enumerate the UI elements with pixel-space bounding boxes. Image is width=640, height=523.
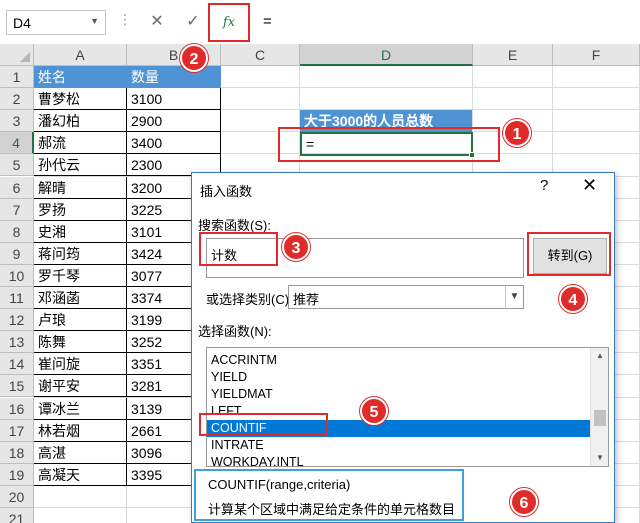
table-cell-name[interactable]: 卢琅 [34,309,127,332]
function-description-text: 计算某个区域中满足给定条件的单元格数目 [208,502,456,517]
row-header-16[interactable]: 16 [0,397,34,420]
function-list-item[interactable]: INTRATE [207,437,591,454]
step-badge-1: 1 [503,119,531,147]
table-cell-name[interactable]: 罗千琴 [34,264,127,287]
step-badge-3: 3 [282,233,310,261]
step-badge-6: 6 [510,488,538,516]
row-header-12[interactable]: 12 [0,309,34,332]
table-cell-name[interactable]: 陈舞 [34,331,127,354]
function-list-item[interactable]: WORKDAY.INTL [207,454,591,466]
table-cell-name[interactable]: 孙代云 [34,154,127,177]
row-header-20[interactable]: 20 [0,485,34,508]
annotation-box-2 [208,3,250,42]
function-signature: COUNTIF(range,criteria) [208,477,351,492]
formula-text: = [263,13,272,30]
table-cell-name[interactable]: 林若烟 [34,419,127,442]
table-cell-qty[interactable]: 3400 [127,132,221,155]
header-cell-name[interactable]: 姓名 [34,66,127,89]
annotation-box-5 [199,413,328,436]
row-header-3[interactable]: 3 [0,110,34,133]
chevron-down-icon[interactable]: ▼ [505,286,523,308]
close-icon: ✕ [150,13,164,30]
column-header-a[interactable]: A [34,44,127,66]
function-list-item[interactable]: ACCRINTM [207,352,591,369]
row-header-19[interactable]: 19 [0,463,34,486]
row-header-7[interactable]: 7 [0,198,34,221]
table-cell-name[interactable]: 罗扬 [34,198,127,221]
formula-bar: D4 ▼ ⋮ ✕ ✓ fx = [0,0,640,44]
row-header-21[interactable]: 21 [0,508,34,523]
name-box[interactable]: D4 ▼ [6,10,106,35]
scroll-thumb[interactable] [594,410,606,426]
function-list-item[interactable]: YIELDMAT [207,386,591,403]
help-icon[interactable]: ? [540,177,548,194]
annotation-box-1 [278,127,500,162]
row-header-2[interactable]: 2 [0,88,34,111]
row-header-8[interactable]: 8 [0,220,34,243]
chevron-down-icon[interactable]: ▼ [90,16,99,26]
table-cell-name[interactable]: 解晴 [34,176,127,199]
annotation-box-4 [527,232,611,276]
insert-function-dialog: 插入函数 ? ✕ 搜索函数(S): 计数 转到(G) 或选择类别(C): 推荐 … [191,172,615,523]
row-header-13[interactable]: 13 [0,331,34,354]
scroll-down-icon[interactable]: ▼ [591,450,608,466]
row-header-1[interactable]: 1 [0,66,34,89]
column-header-d[interactable]: D [300,44,473,66]
table-cell-name[interactable]: 蒋问筠 [34,242,127,265]
enter-button[interactable]: ✓ [178,8,208,36]
close-icon[interactable]: ✕ [582,175,597,196]
category-value: 推荐 [293,292,320,307]
step-badge-5: 5 [360,397,388,425]
select-function-label: 选择函数(N): [198,324,272,339]
table-cell-name[interactable]: 高凝天 [34,463,127,486]
row-header-5[interactable]: 5 [0,154,34,177]
table-cell-name[interactable]: 邓涵菡 [34,287,127,310]
row-header-4[interactable]: 4 [0,132,34,155]
step-badge-2: 2 [180,44,208,72]
category-label: 或选择类别(C): [206,292,293,307]
more-icon: ⋮ [118,11,133,27]
table-cell-name[interactable]: 郝流 [34,132,127,155]
row-header-17[interactable]: 17 [0,419,34,442]
table-cell-name[interactable]: 谢平安 [34,375,127,398]
dialog-title: 插入函数 [200,184,253,199]
check-icon: ✓ [186,13,200,30]
table-cell-name[interactable]: 曹梦松 [34,88,127,111]
select-all-corner[interactable] [0,44,34,66]
row-header-18[interactable]: 18 [0,441,34,464]
step-badge-4: 4 [559,285,587,313]
row-header-9[interactable]: 9 [0,242,34,265]
column-header-f[interactable]: F [553,44,640,66]
function-list-item[interactable]: YIELD [207,369,591,386]
column-header-e[interactable]: E [473,44,553,66]
function-description: COUNTIF(range,criteria) 计算某个区域中满足给定条件的单元… [194,469,464,521]
list-scrollbar[interactable]: ▲ ▼ [590,348,608,466]
header-cell-qty[interactable]: 数量 [127,66,221,89]
row-header-10[interactable]: 10 [0,264,34,287]
category-select[interactable]: 推荐 ▼ [288,285,524,309]
formula-input[interactable]: = [248,8,640,36]
table-cell-qty[interactable]: 3100 [127,88,221,111]
table-cell-name[interactable]: 潘幻柏 [34,110,127,133]
table-cell-name[interactable]: 史湘 [34,220,127,243]
name-box-value: D4 [13,15,31,31]
row-header-11[interactable]: 11 [0,287,34,310]
table-cell-qty[interactable]: 2900 [127,110,221,133]
column-header-c[interactable]: C [221,44,300,66]
row-header-6[interactable]: 6 [0,176,34,199]
table-cell-name[interactable]: 崔问旋 [34,353,127,376]
table-cell-name[interactable]: 谭冰兰 [34,397,127,420]
function-list[interactable]: ACCRINTM YIELD YIELDMAT LEFT COUNTIF INTRATE W… [206,347,609,467]
scroll-up-icon[interactable]: ▲ [591,348,608,364]
row-header-14[interactable]: 14 [0,353,34,376]
cancel-button[interactable]: ✕ [142,8,172,36]
annotation-box-3 [199,232,278,266]
table-cell-name[interactable]: 高湛 [34,441,127,464]
row-header-15[interactable]: 15 [0,375,34,398]
